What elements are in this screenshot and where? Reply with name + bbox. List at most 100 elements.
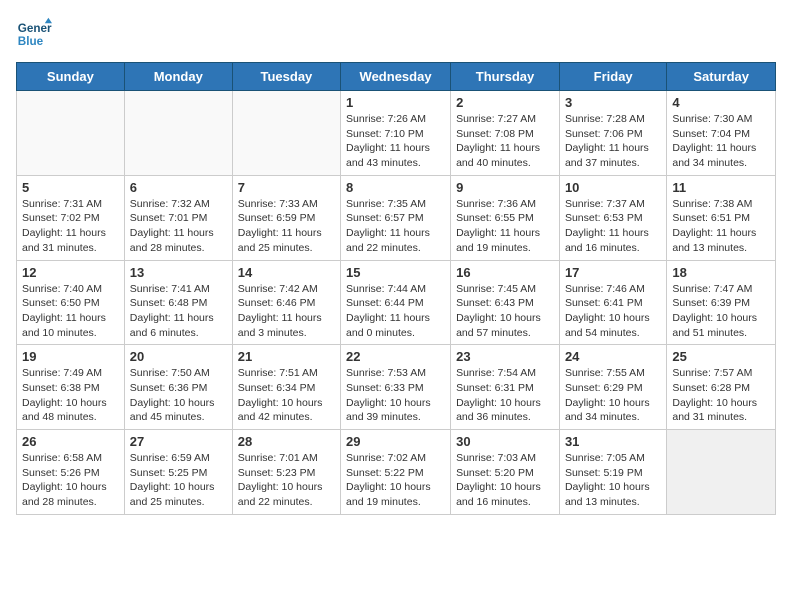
day-number: 8 — [346, 180, 445, 195]
day-info: Sunrise: 7:55 AM Sunset: 6:29 PM Dayligh… — [565, 366, 661, 425]
calendar-cell: 31 Sunrise: 7:05 AM Sunset: 5:19 PM Dayli… — [559, 430, 666, 515]
day-info: Sunrise: 7:05 AM Sunset: 5:19 PM Dayligh… — [565, 451, 661, 510]
day-number: 4 — [672, 95, 770, 110]
day-number: 11 — [672, 180, 770, 195]
day-info: Sunrise: 7:53 AM Sunset: 6:33 PM Dayligh… — [346, 366, 445, 425]
day-info: Sunrise: 7:03 AM Sunset: 5:20 PM Dayligh… — [456, 451, 554, 510]
day-info: Sunrise: 7:01 AM Sunset: 5:23 PM Dayligh… — [238, 451, 335, 510]
weekday-header: Tuesday — [232, 63, 340, 91]
day-info: Sunrise: 7:44 AM Sunset: 6:44 PM Dayligh… — [346, 282, 445, 341]
calendar-cell — [17, 91, 125, 176]
day-number: 19 — [22, 349, 119, 364]
calendar-cell: 2 Sunrise: 7:27 AM Sunset: 7:08 PM Daylig… — [451, 91, 560, 176]
calendar-cell: 18 Sunrise: 7:47 AM Sunset: 6:39 PM Dayli… — [667, 260, 776, 345]
calendar-cell: 3 Sunrise: 7:28 AM Sunset: 7:06 PM Daylig… — [559, 91, 666, 176]
calendar-cell: 22 Sunrise: 7:53 AM Sunset: 6:33 PM Dayli… — [341, 345, 451, 430]
calendar-cell: 19 Sunrise: 7:49 AM Sunset: 6:38 PM Dayli… — [17, 345, 125, 430]
day-info: Sunrise: 7:57 AM Sunset: 6:28 PM Dayligh… — [672, 366, 770, 425]
calendar-cell: 1 Sunrise: 7:26 AM Sunset: 7:10 PM Daylig… — [341, 91, 451, 176]
calendar-cell: 17 Sunrise: 7:46 AM Sunset: 6:41 PM Dayli… — [559, 260, 666, 345]
weekday-header: Sunday — [17, 63, 125, 91]
day-number: 20 — [130, 349, 227, 364]
day-number: 23 — [456, 349, 554, 364]
day-info: Sunrise: 7:38 AM Sunset: 6:51 PM Dayligh… — [672, 197, 770, 256]
day-info: Sunrise: 7:47 AM Sunset: 6:39 PM Dayligh… — [672, 282, 770, 341]
calendar-cell: 28 Sunrise: 7:01 AM Sunset: 5:23 PM Dayli… — [232, 430, 340, 515]
day-info: Sunrise: 7:28 AM Sunset: 7:06 PM Dayligh… — [565, 112, 661, 171]
day-info: Sunrise: 6:59 AM Sunset: 5:25 PM Dayligh… — [130, 451, 227, 510]
day-number: 1 — [346, 95, 445, 110]
day-info: Sunrise: 7:27 AM Sunset: 7:08 PM Dayligh… — [456, 112, 554, 171]
day-info: Sunrise: 7:30 AM Sunset: 7:04 PM Dayligh… — [672, 112, 770, 171]
day-number: 31 — [565, 434, 661, 449]
day-number: 2 — [456, 95, 554, 110]
calendar-cell — [667, 430, 776, 515]
day-number: 16 — [456, 265, 554, 280]
calendar-cell — [124, 91, 232, 176]
calendar-cell: 23 Sunrise: 7:54 AM Sunset: 6:31 PM Dayli… — [451, 345, 560, 430]
weekday-header: Saturday — [667, 63, 776, 91]
day-number: 25 — [672, 349, 770, 364]
calendar-cell: 27 Sunrise: 6:59 AM Sunset: 5:25 PM Dayli… — [124, 430, 232, 515]
day-info: Sunrise: 7:37 AM Sunset: 6:53 PM Dayligh… — [565, 197, 661, 256]
day-number: 13 — [130, 265, 227, 280]
day-number: 10 — [565, 180, 661, 195]
day-info: Sunrise: 7:26 AM Sunset: 7:10 PM Dayligh… — [346, 112, 445, 171]
day-number: 14 — [238, 265, 335, 280]
day-number: 6 — [130, 180, 227, 195]
day-number: 17 — [565, 265, 661, 280]
day-info: Sunrise: 7:40 AM Sunset: 6:50 PM Dayligh… — [22, 282, 119, 341]
day-info: Sunrise: 7:32 AM Sunset: 7:01 PM Dayligh… — [130, 197, 227, 256]
day-info: Sunrise: 7:46 AM Sunset: 6:41 PM Dayligh… — [565, 282, 661, 341]
calendar-cell: 13Sunrise: 7:41 AM Sunset: 6:48 PM Dayli… — [124, 260, 232, 345]
calendar-cell: 4 Sunrise: 7:30 AM Sunset: 7:04 PM Daylig… — [667, 91, 776, 176]
day-info: Sunrise: 7:49 AM Sunset: 6:38 PM Dayligh… — [22, 366, 119, 425]
logo: General Blue — [16, 16, 56, 52]
day-number: 22 — [346, 349, 445, 364]
day-number: 26 — [22, 434, 119, 449]
calendar-cell: 24 Sunrise: 7:55 AM Sunset: 6:29 PM Dayli… — [559, 345, 666, 430]
day-info: Sunrise: 6:58 AM Sunset: 5:26 PM Dayligh… — [22, 451, 119, 510]
calendar-cell: 16 Sunrise: 7:45 AM Sunset: 6:43 PM Dayli… — [451, 260, 560, 345]
weekday-header: Thursday — [451, 63, 560, 91]
calendar-cell: 12Sunrise: 7:40 AM Sunset: 6:50 PM Dayli… — [17, 260, 125, 345]
day-number: 7 — [238, 180, 335, 195]
calendar-cell: 9 Sunrise: 7:36 AM Sunset: 6:55 PM Daylig… — [451, 175, 560, 260]
day-number: 29 — [346, 434, 445, 449]
day-info: Sunrise: 7:42 AM Sunset: 6:46 PM Dayligh… — [238, 282, 335, 341]
calendar-cell: 7 Sunrise: 7:33 AM Sunset: 6:59 PM Daylig… — [232, 175, 340, 260]
day-number: 18 — [672, 265, 770, 280]
day-number: 27 — [130, 434, 227, 449]
day-info: Sunrise: 7:31 AM Sunset: 7:02 PM Dayligh… — [22, 197, 119, 256]
calendar-cell: 20Sunrise: 7:50 AM Sunset: 6:36 PM Dayli… — [124, 345, 232, 430]
calendar-cell: 30Sunrise: 7:03 AM Sunset: 5:20 PM Dayli… — [451, 430, 560, 515]
calendar-cell: 25 Sunrise: 7:57 AM Sunset: 6:28 PM Dayli… — [667, 345, 776, 430]
calendar-cell: 5 Sunrise: 7:31 AM Sunset: 7:02 PM Daylig… — [17, 175, 125, 260]
day-info: Sunrise: 7:54 AM Sunset: 6:31 PM Dayligh… — [456, 366, 554, 425]
weekday-header: Wednesday — [341, 63, 451, 91]
day-info: Sunrise: 7:02 AM Sunset: 5:22 PM Dayligh… — [346, 451, 445, 510]
day-info: Sunrise: 7:35 AM Sunset: 6:57 PM Dayligh… — [346, 197, 445, 256]
svg-text:Blue: Blue — [18, 35, 44, 48]
calendar-cell: 11 Sunrise: 7:38 AM Sunset: 6:51 PM Dayli… — [667, 175, 776, 260]
calendar-cell: 6 Sunrise: 7:32 AM Sunset: 7:01 PM Daylig… — [124, 175, 232, 260]
day-info: Sunrise: 7:33 AM Sunset: 6:59 PM Dayligh… — [238, 197, 335, 256]
weekday-header: Monday — [124, 63, 232, 91]
calendar-cell: 21 Sunrise: 7:51 AM Sunset: 6:34 PM Dayli… — [232, 345, 340, 430]
day-number: 28 — [238, 434, 335, 449]
day-info: Sunrise: 7:45 AM Sunset: 6:43 PM Dayligh… — [456, 282, 554, 341]
calendar-cell: 14 Sunrise: 7:42 AM Sunset: 6:46 PM Dayli… — [232, 260, 340, 345]
calendar-cell: 8 Sunrise: 7:35 AM Sunset: 6:57 PM Daylig… — [341, 175, 451, 260]
day-number: 9 — [456, 180, 554, 195]
day-info: Sunrise: 7:51 AM Sunset: 6:34 PM Dayligh… — [238, 366, 335, 425]
calendar-cell: 26 Sunrise: 6:58 AM Sunset: 5:26 PM Dayli… — [17, 430, 125, 515]
calendar-cell: 29 Sunrise: 7:02 AM Sunset: 5:22 PM Dayli… — [341, 430, 451, 515]
page-header: General Blue — [16, 16, 776, 52]
day-number: 24 — [565, 349, 661, 364]
day-number: 3 — [565, 95, 661, 110]
day-number: 5 — [22, 180, 119, 195]
day-info: Sunrise: 7:36 AM Sunset: 6:55 PM Dayligh… — [456, 197, 554, 256]
day-number: 15 — [346, 265, 445, 280]
calendar: SundayMondayTuesdayWednesdayThursdayFrid… — [16, 62, 776, 515]
day-number: 21 — [238, 349, 335, 364]
